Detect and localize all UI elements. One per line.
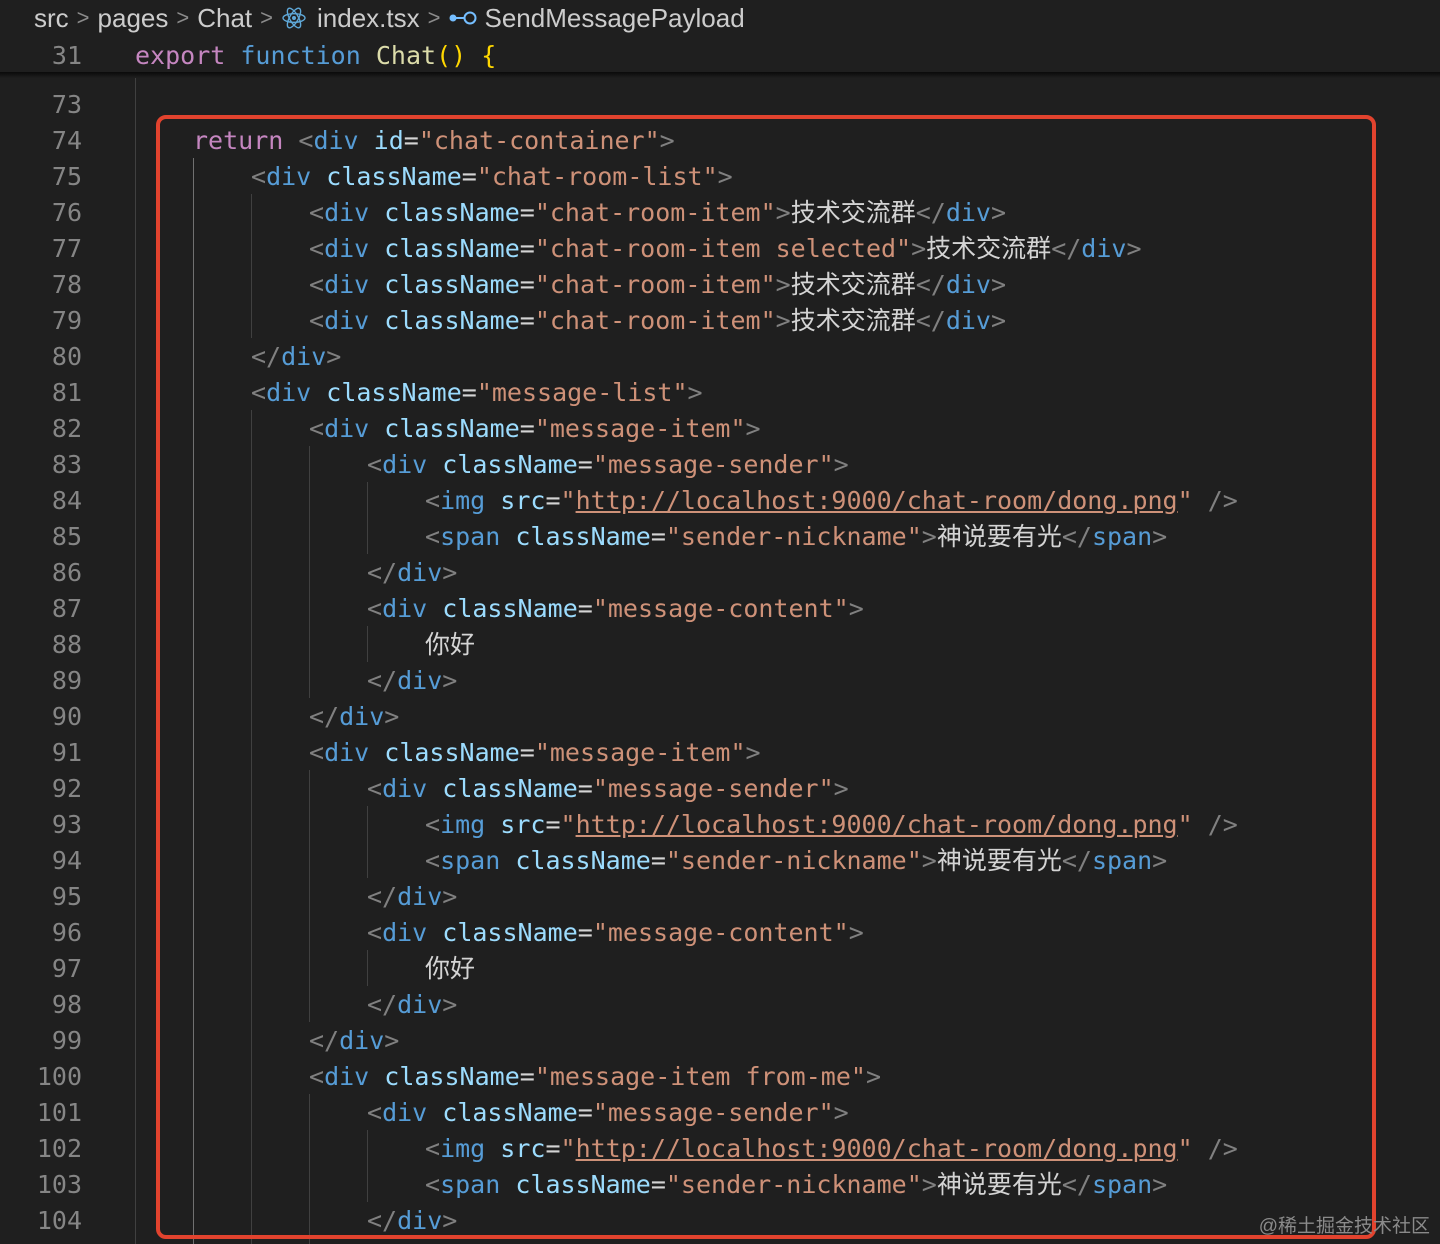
line-number: 97: [51, 954, 82, 983]
sticky-scroll-shadow: [0, 72, 1440, 78]
line-number: 78: [51, 270, 82, 299]
interface-symbol-icon: [449, 11, 477, 25]
line-number: 88: [51, 630, 82, 659]
breadcrumb: src > pages > Chat > index.tsx > SendMes…: [0, 0, 1440, 36]
line-number: 95: [51, 882, 82, 911]
highlight-annotation-box: [156, 115, 1376, 1239]
line-number: 96: [51, 918, 82, 947]
line-number: 81: [51, 378, 82, 407]
react-icon: [282, 7, 306, 29]
sticky-line-number: 31: [51, 41, 82, 70]
chevron-right-icon: >: [176, 5, 190, 30]
line-number: 102: [36, 1134, 82, 1163]
chevron-right-icon: >: [76, 5, 90, 30]
function-name: Chat: [375, 41, 437, 70]
line-number: 84: [51, 486, 82, 515]
line-number: 100: [36, 1062, 82, 1091]
chevron-right-icon: >: [427, 5, 441, 30]
breadcrumb-item-file[interactable]: index.tsx: [317, 3, 420, 34]
line-number: 89: [51, 666, 82, 695]
line-number: 94: [51, 846, 82, 875]
line-number: 80: [51, 342, 82, 371]
line-number: 91: [51, 738, 82, 767]
keyword: function: [240, 41, 361, 70]
line-number: 92: [51, 774, 82, 803]
sticky-code-line[interactable]: export function Chat() {: [135, 38, 496, 74]
line-number: 104: [36, 1206, 82, 1235]
open-brace: {: [481, 41, 497, 70]
line-number: 90: [51, 702, 82, 731]
line-number: 85: [51, 522, 82, 551]
line-number: 75: [51, 162, 82, 191]
chevron-right-icon: >: [260, 5, 274, 30]
watermark: @稀土掘金技术社区: [1258, 1216, 1430, 1237]
breadcrumb-item-pages[interactable]: pages: [98, 3, 169, 34]
line-number: 87: [51, 594, 82, 623]
line-number: 86: [51, 558, 82, 587]
breadcrumb-item-symbol[interactable]: SendMessagePayload: [484, 3, 744, 34]
line-number: 76: [51, 198, 82, 227]
line-number: 82: [51, 414, 82, 443]
line-number: 83: [51, 450, 82, 479]
line-number: 101: [36, 1098, 82, 1127]
line-number: 77: [51, 234, 82, 263]
line-number: 73: [51, 90, 82, 119]
keyword: export: [135, 41, 226, 70]
line-number: 74: [51, 126, 82, 155]
breadcrumb-item-chat[interactable]: Chat: [197, 3, 252, 34]
line-number: 93: [51, 810, 82, 839]
indent-guide: [135, 78, 136, 1244]
line-number: 98: [51, 990, 82, 1019]
line-number: 99: [51, 1026, 82, 1055]
line-number: 79: [51, 306, 82, 335]
breadcrumb-item-src[interactable]: src: [34, 3, 69, 34]
parens: (): [436, 41, 467, 70]
line-number: 103: [36, 1170, 82, 1199]
